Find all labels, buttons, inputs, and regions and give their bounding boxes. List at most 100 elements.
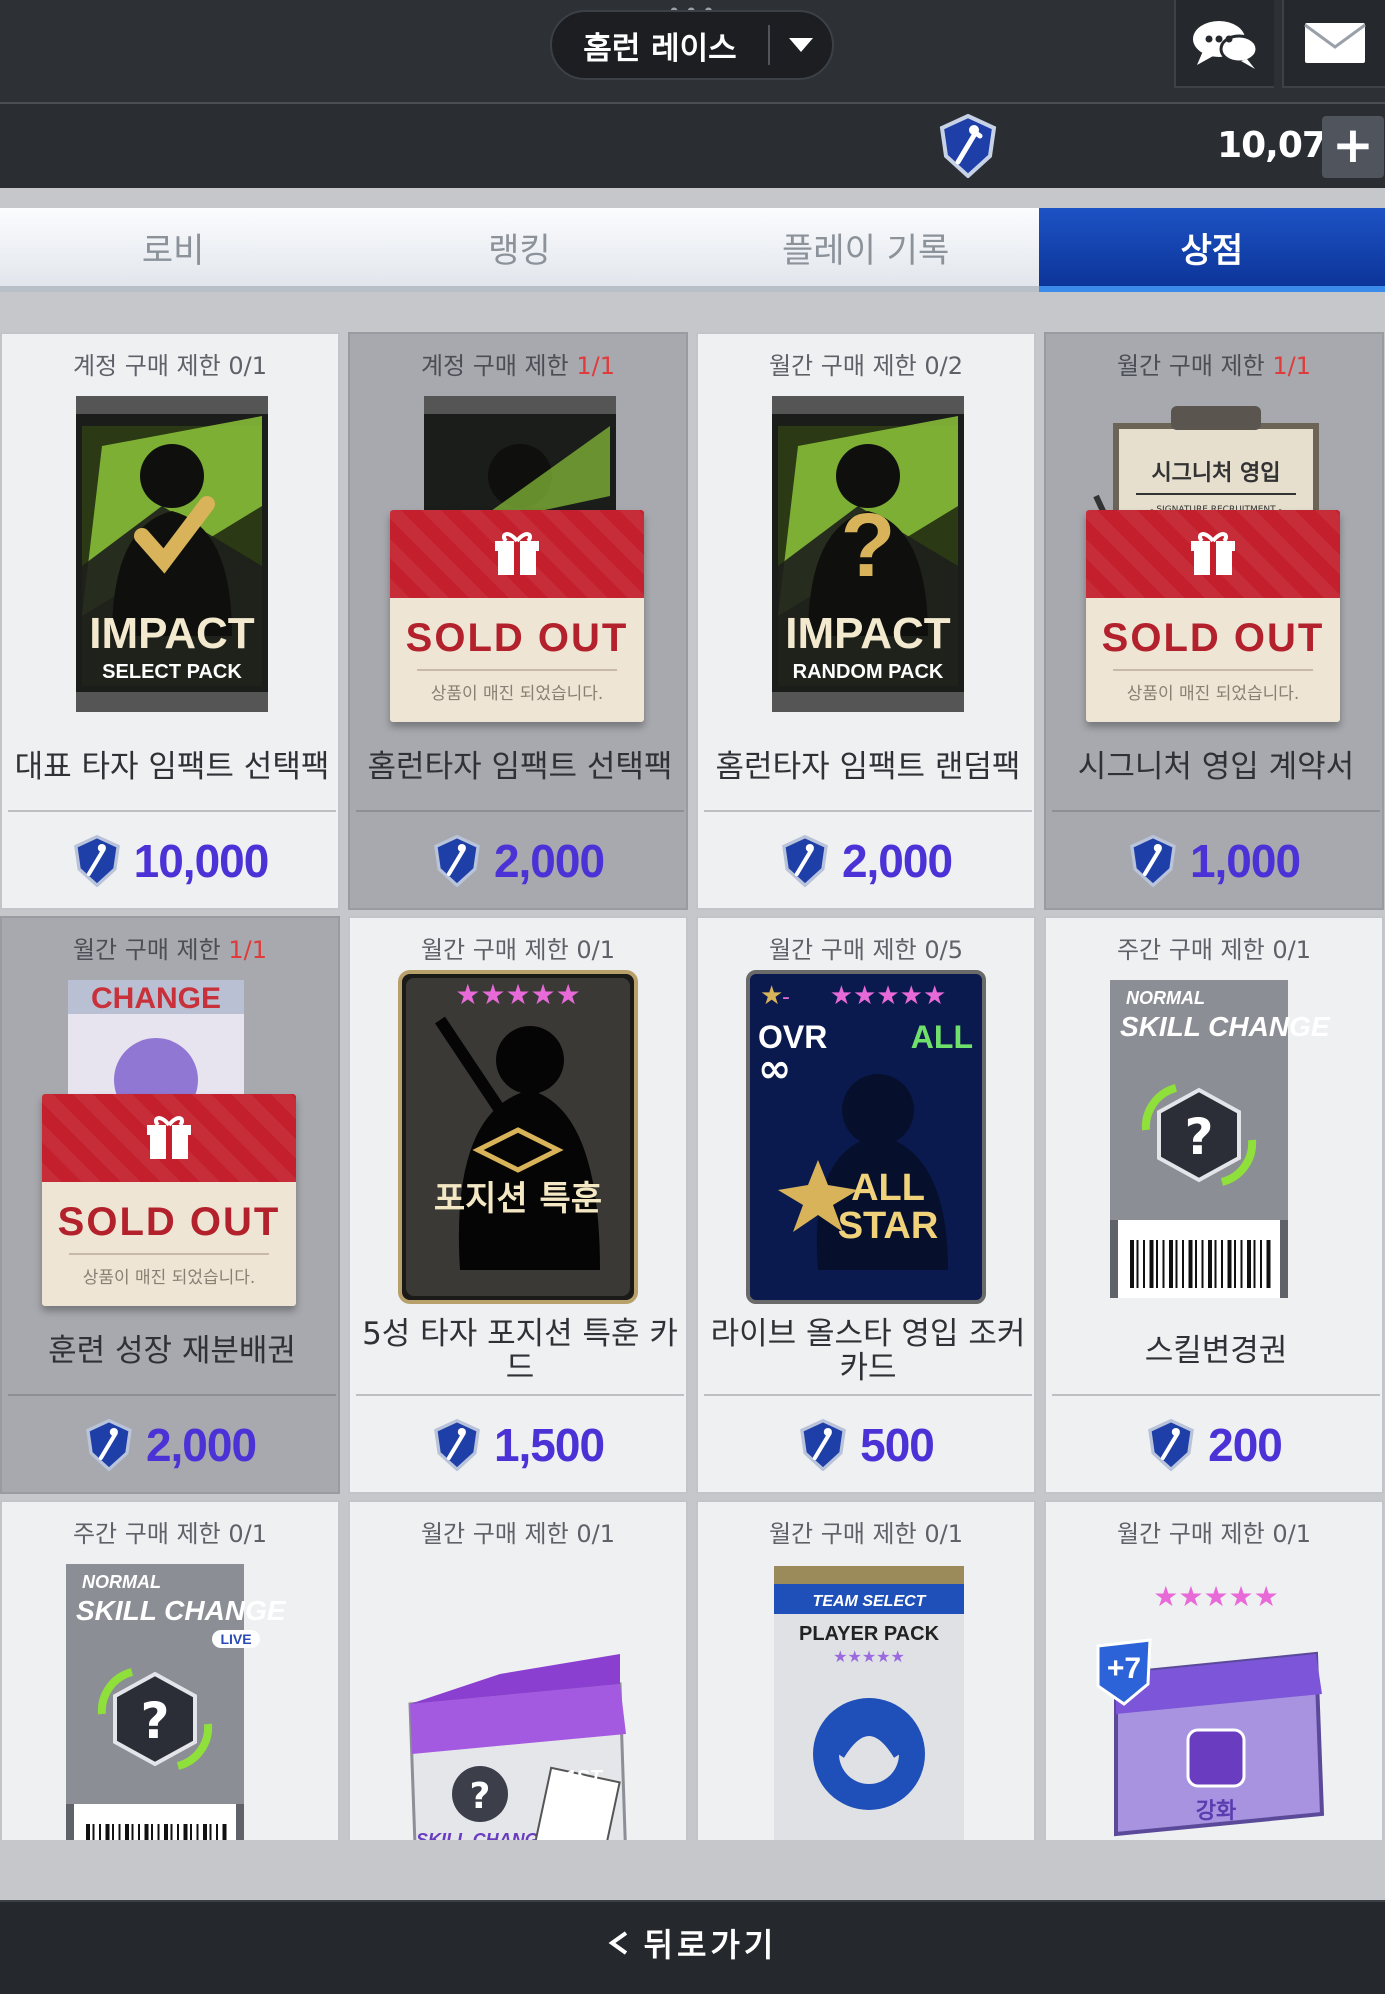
skill-change-box-label: SKILL CHANGE	[416, 1830, 552, 1840]
allstar-line2: STAR	[838, 1205, 939, 1247]
contract-title: 시그니처 영입	[1151, 461, 1280, 486]
batter-shield-icon	[1130, 835, 1176, 887]
divider	[8, 1394, 336, 1396]
first-badge: 1ST	[565, 1767, 603, 1789]
item-name: 라이브 올스타 영입 조커 카드	[710, 1316, 1026, 1386]
svg-text:?: ?	[470, 1776, 491, 1817]
item-price: 2,000	[2, 1410, 338, 1480]
divider	[8, 810, 336, 812]
footer-bar: 뒤로가기	[0, 1900, 1385, 1994]
purchase-limit: 월간 구매 제한 0/1	[768, 1520, 964, 1548]
price-value: 10,000	[133, 835, 270, 887]
shop-item-card[interactable]: 월간 구매 제한 1/1 CHANGE SOLD OUT 상품이 매진 되었습니…	[0, 916, 340, 1494]
change-label: CHANGE	[91, 982, 221, 1015]
item-image: NORMAL SKILL CHANGE LIVE ?	[42, 1554, 302, 1840]
sold-out-message: 상품이 매진 되었습니다.	[430, 684, 604, 704]
svg-text:★★★★★: ★★★★★	[833, 1647, 905, 1666]
shop-item-card[interactable]: 월간 구매 제한 0/1 TEAM SELECT PLAYER PACK ★★★…	[696, 1500, 1036, 1840]
item-price: 2,000	[698, 826, 1034, 896]
pack-title: IMPACT	[785, 609, 951, 658]
item-image: ★★★★★ +7 강화	[1086, 1554, 1346, 1840]
normal-label: NORMAL	[1126, 988, 1205, 1008]
divider	[704, 1394, 1032, 1396]
item-image: TEAM SELECT PLAYER PACK ★★★★★ SEASON	[738, 1554, 998, 1840]
shop-grid: 계정 구매 제한 0/1 IMPACT SELECT PACK 대표 타자 임팩…	[0, 332, 1385, 1840]
all-label: ALL	[911, 1019, 973, 1055]
chat-bubbles-icon	[1193, 21, 1259, 69]
item-name: 훈련 성장 재분배권	[48, 1333, 296, 1369]
shop-item-card[interactable]: 월간 구매 제한 0/2 ? IMPACT RANDOM PACK 홈런타자 임…	[696, 332, 1036, 910]
price-value: 500	[860, 1419, 935, 1471]
chat-button[interactable]	[1174, 0, 1274, 88]
item-name: 대표 타자 임팩트 선택팩	[14, 749, 330, 785]
back-button[interactable]: 뒤로가기	[0, 1920, 1385, 1966]
mail-button[interactable]	[1282, 0, 1385, 88]
shop-item-card[interactable]: 주간 구매 제한 0/1 NORMAL SKILL CHANGE LIVE ?	[0, 1500, 340, 1840]
price-value: 2,000	[145, 1419, 257, 1471]
svg-text:?: ?	[841, 496, 896, 596]
item-price: 500	[698, 1410, 1034, 1480]
price-value: 2,000	[493, 835, 605, 887]
svg-text:?: ?	[140, 1692, 169, 1750]
item-name: 홈런타자 임팩트 랜덤팩	[715, 749, 1021, 785]
item-name: 5성 타자 포지션 특훈 카드	[362, 1316, 678, 1386]
shop-item-card[interactable]: 월간 구매 제한 0/1 ? SKILL CHANGE 1ST	[348, 1500, 688, 1840]
tab-shop[interactable]: 상점	[1038, 208, 1385, 292]
dropdown-arrow-icon[interactable]	[770, 10, 832, 80]
item-price: 1,000	[1046, 826, 1382, 896]
sold-out-title: SOLD OUT	[1101, 616, 1325, 660]
shop-item-card[interactable]: 월간 구매 제한 0/5 ★ - ★★★★★ OVR ALL ∞ ALL STA…	[696, 916, 1036, 1494]
shop-item-card[interactable]: 계정 구매 제한 1/1 SOLD OUT 상품이 매진 되었습니다. 홈런타자…	[348, 332, 688, 910]
infinity-label: ∞	[758, 1046, 791, 1092]
sold-out-title: SOLD OUT	[57, 1200, 281, 1244]
svg-text:★★★★★: ★★★★★	[455, 978, 581, 1011]
sold-out-overlay: SOLD OUT 상품이 매진 되었습니다.	[1086, 510, 1340, 722]
batter-shield-icon	[86, 1419, 132, 1471]
sold-out-title: SOLD OUT	[405, 616, 629, 660]
tab-lobby[interactable]: 로비	[0, 208, 347, 292]
back-button-label: 뒤로가기	[643, 1926, 778, 1964]
batter-shield-icon	[1148, 1419, 1195, 1471]
purchase-limit: 주간 구매 제한 0/1	[72, 1520, 268, 1548]
envelope-icon	[1304, 23, 1366, 63]
purchase-limit: 월간 구매 제한 0/2	[768, 352, 964, 380]
item-name: 스킬변경권	[1144, 1333, 1288, 1369]
batter-shield-icon	[434, 1419, 480, 1471]
shop-item-card[interactable]: 월간 구매 제한 1/1 시그니처 영입 - SIGNATURE RECRUIT…	[1044, 332, 1384, 910]
divider	[1052, 810, 1380, 812]
purchase-limit: 월간 구매 제한 0/5	[768, 936, 964, 964]
shop-item-card[interactable]: 월간 구매 제한 0/1 ★★★★★ 포지션 특훈 5성 타자 포지션 특훈 카드…	[348, 916, 688, 1494]
price-value: 1,500	[493, 1419, 605, 1471]
shop-item-card[interactable]: 계정 구매 제한 0/1 IMPACT SELECT PACK 대표 타자 임팩…	[0, 332, 340, 910]
batter-shield-icon	[434, 835, 480, 887]
item-image: IMPACT SELECT PACK	[42, 386, 302, 726]
normal-label: NORMAL	[82, 1572, 161, 1592]
shop-item-card[interactable]: 월간 구매 제한 0/1 ★★★★★ +7 강화	[1044, 1500, 1384, 1840]
sold-out-message: 상품이 매진 되었습니다.	[1126, 684, 1300, 704]
item-image: ? SKILL CHANGE 1ST	[390, 1554, 650, 1840]
svg-text:?: ?	[1184, 1108, 1213, 1166]
purchase-limit: 월간 구매 제한 0/1	[420, 936, 616, 964]
item-price: 2,000	[350, 826, 686, 896]
position-card-label: 포지션 특훈	[434, 1179, 602, 1219]
tab-play-record[interactable]: 플레이 기록	[692, 208, 1039, 292]
item-image: ? IMPACT RANDOM PACK	[738, 386, 998, 726]
purchase-limit: 월간 구매 제한 1/1	[1116, 352, 1312, 380]
add-currency-button[interactable]: +	[1322, 116, 1384, 178]
tab-ranking[interactable]: 랭킹	[346, 208, 693, 292]
price-value: 2,000	[841, 835, 953, 887]
pack-title: IMPACT	[89, 609, 255, 658]
svg-text:★: ★	[760, 981, 783, 1011]
batter-shield-icon	[73, 835, 120, 887]
batter-shield-icon	[782, 835, 828, 887]
top-bar: ••• 홈런 레이스	[0, 0, 1385, 104]
item-name: 시그니처 영입 계약서	[1077, 749, 1355, 785]
currency-bar	[0, 104, 1385, 188]
item-image: NORMAL SKILL CHANGE ?	[1086, 970, 1346, 1310]
divider	[356, 810, 684, 812]
divider	[356, 1394, 684, 1396]
purchase-limit: 월간 구매 제한 0/1	[420, 1520, 616, 1548]
item-price: 10,000	[2, 826, 338, 896]
mode-selector[interactable]: 홈런 레이스	[550, 10, 834, 80]
shop-item-card[interactable]: 주간 구매 제한 0/1 NORMAL SKILL CHANGE ? 스킬변경권…	[1044, 916, 1384, 1494]
